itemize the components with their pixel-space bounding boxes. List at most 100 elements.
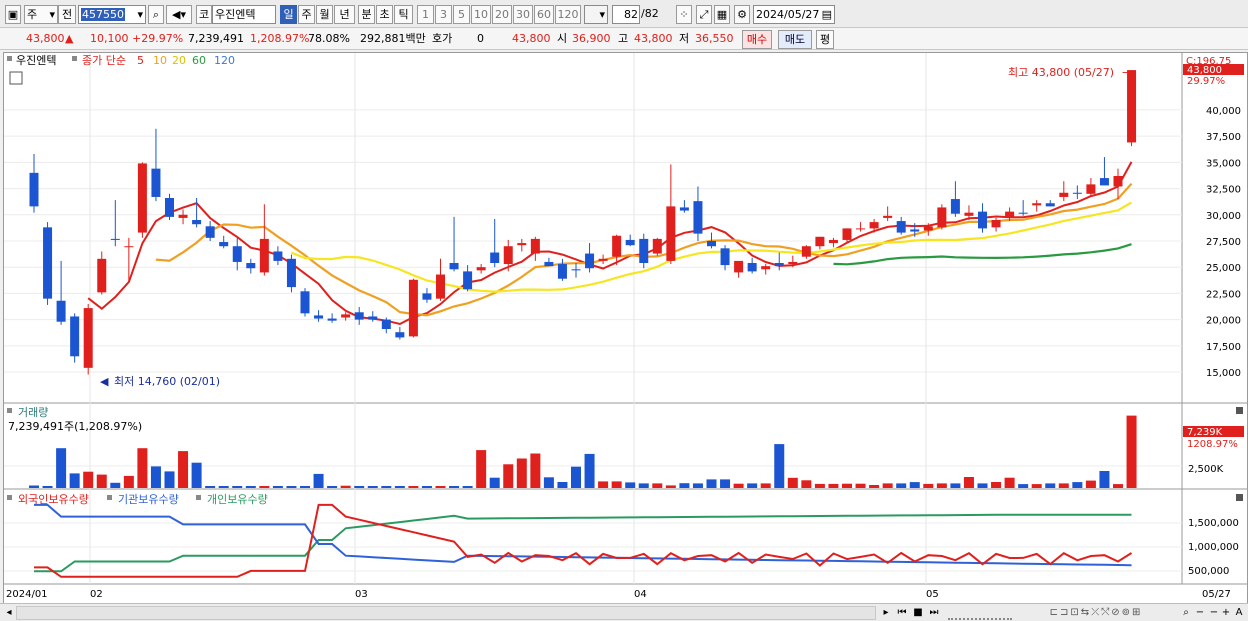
price-tick: 22,500 (1206, 289, 1241, 300)
kind-button[interactable]: 코 (196, 5, 212, 24)
window-icon[interactable]: ▣ (5, 5, 21, 24)
period-second[interactable]: 초 (376, 5, 393, 24)
scroll-right-icon[interactable]: ▸ (880, 606, 892, 620)
market-select[interactable]: 주 ▾ (24, 5, 58, 24)
count-total: /82 (641, 7, 659, 20)
volume-bar (855, 483, 866, 488)
candle-body (734, 260, 744, 273)
volume-bar (394, 486, 405, 488)
volume-bar (408, 486, 419, 488)
volume-bar (367, 486, 378, 488)
draw-tool-icon[interactable]: ⤢ (696, 5, 712, 24)
date-input[interactable]: 2024/05/27 ▤ (753, 5, 835, 24)
candle-body (598, 258, 608, 261)
stock-name-field[interactable]: 우진엔텍 (212, 5, 276, 24)
count-input[interactable]: 82 (612, 5, 640, 24)
price-panel-bg (4, 53, 1182, 405)
horizontal-scrollbar[interactable] (16, 606, 876, 620)
candle-body (463, 271, 473, 290)
x-label-02: 02 (90, 589, 103, 600)
rewind-icon[interactable]: ⏮ (895, 606, 909, 620)
candle-body (137, 163, 147, 233)
period-week[interactable]: 주 (298, 5, 315, 24)
scroll-left-icon[interactable]: ◂ (4, 606, 14, 620)
font-size-icon[interactable]: A (1233, 606, 1245, 620)
minute-1[interactable]: 1 (417, 5, 434, 24)
compare-icon[interactable]: ⁘ (676, 5, 692, 24)
search-icon[interactable]: ⌕ (1180, 606, 1192, 620)
volume-bar (977, 483, 988, 488)
minute-120[interactable]: 120 (555, 5, 581, 24)
volume-bar (164, 471, 175, 488)
volume-bar (571, 466, 581, 488)
candle-body (978, 211, 987, 229)
candle-body (327, 318, 337, 321)
price-tick: 27,500 (1206, 237, 1241, 248)
volume-tick: 2,500K (1188, 464, 1224, 475)
candle-body (178, 214, 188, 218)
zoom-slider[interactable] (948, 606, 1012, 620)
search-icon[interactable]: ⌕ (148, 5, 164, 24)
candle-body (991, 220, 1001, 228)
candle-body (354, 312, 364, 320)
table-toggle-icon[interactable] (9, 71, 23, 85)
candle-body (381, 319, 391, 330)
volume-bar (909, 482, 920, 488)
drawing-tools-icon[interactable]: ⊏⊐⊡⇆⤫⤲⊘⊚⊞ (1016, 606, 1176, 620)
candle-body (341, 314, 351, 318)
candle-body (490, 252, 500, 263)
panel-marker-icon (7, 56, 12, 61)
candle-body (273, 251, 283, 261)
close-icon[interactable] (1236, 494, 1243, 501)
gear-icon[interactable]: ⚙ (734, 5, 750, 24)
speaker-icon[interactable]: ◀▾ (166, 5, 192, 24)
period-tick[interactable]: 틱 (394, 5, 413, 24)
volume-bar (313, 473, 324, 488)
volume-bar (923, 483, 934, 488)
interval-select[interactable]: ▾ (584, 5, 608, 24)
minute-10[interactable]: 10 (471, 5, 491, 24)
chevron-down-icon: ▾ (137, 8, 143, 21)
price-change: 10,100 (90, 32, 129, 45)
stock-chart[interactable]: 40,000 37,500 35,000 32,500 30,000 27,500 25,0… (4, 53, 1247, 607)
period-day[interactable]: 일 (280, 5, 297, 24)
volume-bar (462, 486, 473, 488)
minute-5[interactable]: 5 (453, 5, 470, 24)
chart-area[interactable]: 40,000 37,500 35,000 32,500 30,000 27,500 25,0… (3, 52, 1248, 608)
fast-forward-icon[interactable]: ⏭ (927, 606, 941, 620)
zoom-out-icon[interactable]: − (1194, 606, 1206, 620)
holding-tick-3: 500,000 (1188, 566, 1229, 577)
buy-button[interactable]: 매수 (742, 30, 772, 49)
volume-bar (598, 481, 609, 488)
minus-icon[interactable]: − (1208, 606, 1220, 620)
stop-icon[interactable]: ■ (911, 606, 925, 620)
period-year[interactable]: 년 (334, 5, 355, 24)
minute-30[interactable]: 30 (513, 5, 533, 24)
candle-body (408, 279, 418, 337)
save-icon[interactable]: ▦ (714, 5, 730, 24)
volume-bar (963, 477, 974, 488)
toolbar: ▣ 주 ▾ 전 457550 ▾ ⌕ ◀▾ 코 우진엔텍 일 주 월 년 분 초 … (0, 0, 1248, 28)
minute-60[interactable]: 60 (534, 5, 554, 24)
prev-button[interactable]: 전 (58, 5, 76, 24)
panel-marker-icon (72, 56, 77, 61)
close-icon[interactable] (1236, 407, 1243, 414)
avg-button[interactable]: 평 (816, 30, 834, 49)
candle-body (1086, 184, 1096, 194)
zoom-in-icon[interactable]: + (1220, 606, 1232, 620)
hoga-label: 호가 (432, 32, 453, 45)
minute-20[interactable]: 20 (492, 5, 512, 24)
sell-button[interactable]: 매도 (778, 30, 812, 49)
candle-body (869, 222, 879, 229)
volume-bar (137, 448, 148, 488)
period-month[interactable]: 월 (316, 5, 333, 24)
candle-body (639, 238, 649, 263)
x-label-05-27: 05/27 (1202, 589, 1231, 600)
period-minute[interactable]: 분 (358, 5, 375, 24)
candle-body (828, 239, 838, 244)
volume-bar (259, 486, 270, 488)
minute-3[interactable]: 3 (435, 5, 452, 24)
bottom-toolbar: ◂ ▸ ⏮ ■ ⏭ ⊏⊐⊡⇆⤫⤲⊘⊚⊞ ⌕ − − + A (0, 603, 1248, 621)
stock-code-input[interactable]: 457550 ▾ (78, 5, 146, 24)
volume-bar (1045, 483, 1056, 488)
